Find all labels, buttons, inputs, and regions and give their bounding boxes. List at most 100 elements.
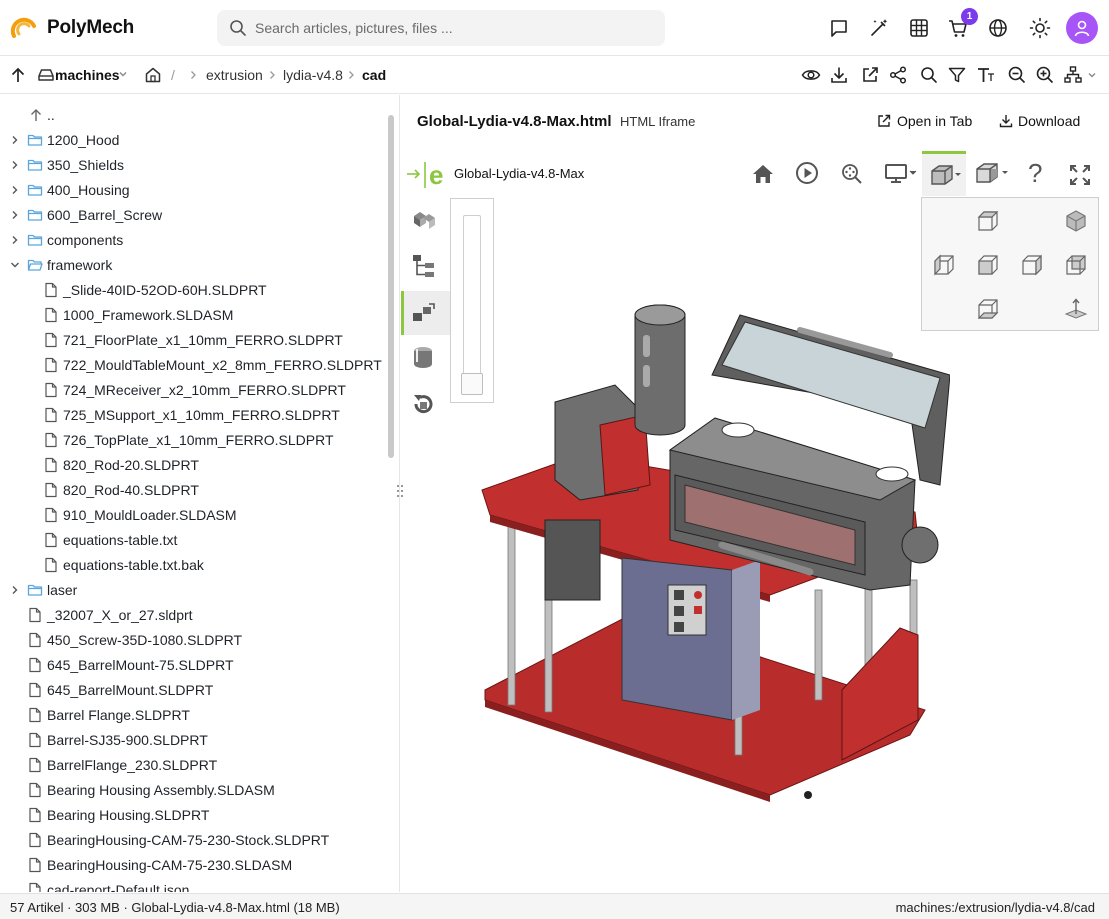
file-row[interactable]: equations-table.txt (0, 528, 385, 553)
folder-row[interactable]: components (0, 228, 385, 253)
file-row[interactable]: Barrel-SJ35-900.SLDPRT (0, 728, 385, 753)
arrow-up-icon[interactable] (8, 65, 28, 85)
user-avatar[interactable] (1066, 12, 1098, 44)
chevron-right-icon[interactable] (9, 209, 21, 221)
chat-icon[interactable] (828, 17, 850, 39)
chevron-down-icon[interactable] (117, 68, 129, 80)
home-icon[interactable] (143, 65, 163, 85)
help-button[interactable]: ? (1028, 158, 1042, 189)
cart-count-badge: 1 (961, 8, 978, 25)
home-view-icon[interactable] (751, 162, 775, 186)
external-link-icon[interactable] (860, 65, 880, 85)
chevron-down-icon[interactable] (1086, 69, 1098, 81)
viewer-logo[interactable]: e (405, 160, 453, 190)
isometric-view-icon[interactable] (1064, 209, 1088, 233)
file-icon (45, 507, 57, 523)
zoom-in-icon[interactable] (1035, 65, 1055, 85)
chevron-right-icon[interactable] (9, 159, 21, 171)
folder-label: 400_Housing (47, 182, 130, 198)
search-box[interactable] (217, 10, 665, 46)
file-row[interactable]: Bearing Housing.SLDPRT (0, 803, 385, 828)
tab-explode[interactable] (401, 291, 451, 335)
file-row[interactable]: _Slide-40ID-52OD-60H.SLDPRT (0, 278, 385, 303)
file-row[interactable]: equations-table.txt.bak (0, 553, 385, 578)
share-icon[interactable] (888, 65, 908, 85)
folder-row[interactable]: 600_Barrel_Screw (0, 203, 385, 228)
play-icon[interactable] (795, 161, 819, 185)
file-row[interactable]: Barrel Flange.SLDPRT (0, 703, 385, 728)
filter-icon[interactable] (947, 65, 967, 85)
top-bar: PolyMech 1 (0, 0, 1109, 56)
chevron-right-icon[interactable] (9, 134, 21, 146)
search-input[interactable] (255, 10, 655, 46)
folder-row[interactable]: framework (0, 253, 385, 278)
text-size-icon[interactable] (975, 65, 995, 85)
tab-assembly[interactable] (401, 198, 451, 242)
magic-wand-icon[interactable] (868, 17, 890, 39)
front-view-icon[interactable] (976, 253, 1000, 277)
parent-directory-row[interactable]: .. (0, 103, 385, 128)
folder-row[interactable]: 400_Housing (0, 178, 385, 203)
bottom-view-icon[interactable] (976, 297, 1000, 321)
back-view-icon[interactable] (1064, 253, 1088, 277)
eye-icon[interactable] (801, 65, 821, 85)
download-icon[interactable] (829, 65, 849, 85)
tab-feature-tree[interactable] (401, 244, 451, 288)
cad-model-render[interactable] (470, 290, 950, 810)
display-mode-icon[interactable] (884, 161, 920, 185)
file-row[interactable]: _32007_X_or_27.sldprt (0, 603, 385, 628)
sun-theme-icon[interactable] (1029, 17, 1051, 39)
chevron-right-icon[interactable] (9, 584, 21, 596)
file-label: Barrel-SJ35-900.SLDPRT (47, 732, 208, 748)
breadcrumb-root[interactable]: machines (55, 67, 120, 83)
file-icon (29, 782, 41, 798)
file-row[interactable]: 724_MReceiver_x2_10mm_FERRO.SLDPRT (0, 378, 385, 403)
file-row[interactable]: cad-report-Default.json (0, 878, 385, 892)
folder-row[interactable]: 350_Shields (0, 153, 385, 178)
file-row[interactable]: 645_BarrelMount.SLDPRT (0, 678, 385, 703)
file-row[interactable]: BarrelFlange_230.SLDPRT (0, 753, 385, 778)
file-row[interactable]: BearingHousing-CAM-75-230.SLDASM (0, 853, 385, 878)
standard-views-button[interactable] (922, 151, 966, 196)
zoom-out-icon[interactable] (1007, 65, 1027, 85)
chevron-right-icon[interactable] (9, 184, 21, 196)
chevron-right-icon[interactable] (9, 234, 21, 246)
fullscreen-icon[interactable] (1068, 163, 1092, 187)
file-row[interactable]: 726_TopPlate_x1_10mm_FERRO.SLDPRT (0, 428, 385, 453)
right-view-icon[interactable] (1020, 253, 1044, 277)
tab-section[interactable] (401, 336, 451, 380)
file-row[interactable]: 910_MouldLoader.SLDASM (0, 503, 385, 528)
search-icon[interactable] (919, 65, 939, 85)
breadcrumb-item-cad[interactable]: cad (362, 67, 386, 83)
status-bar: 57 Artikel · 303 MB · Global-Lydia-v4.8-… (0, 893, 1109, 919)
folder-row[interactable]: 1200_Hood (0, 128, 385, 153)
file-row[interactable]: Bearing Housing Assembly.SLDASM (0, 778, 385, 803)
normal-to-icon[interactable] (1064, 297, 1088, 321)
chevron-down-icon[interactable] (9, 259, 21, 271)
file-row[interactable]: BearingHousing-CAM-75-230-Stock.SLDPRT (0, 828, 385, 853)
sidebar-scrollbar-thumb[interactable] (388, 115, 394, 458)
file-row[interactable]: 645_BarrelMount-75.SLDPRT (0, 653, 385, 678)
folder-row[interactable]: laser (0, 578, 385, 603)
file-row[interactable]: 722_MouldTableMount_x2_8mm_FERRO.SLDPRT (0, 353, 385, 378)
pane-resize-handle[interactable] (396, 484, 404, 498)
file-label: BearingHousing-CAM-75-230-Stock.SLDPRT (47, 832, 330, 848)
globe-icon[interactable] (987, 17, 1009, 39)
file-row[interactable]: 820_Rod-20.SLDPRT (0, 453, 385, 478)
file-row[interactable]: 820_Rod-40.SLDPRT (0, 478, 385, 503)
breadcrumb-item-extrusion[interactable]: extrusion (206, 67, 263, 83)
polymech-logo[interactable] (10, 14, 38, 42)
file-row[interactable]: 725_MSupport_x1_10mm_FERRO.SLDPRT (0, 403, 385, 428)
file-row[interactable]: 721_FloorPlate_x1_10mm_FERRO.SLDPRT (0, 328, 385, 353)
sitemap-icon[interactable] (1063, 65, 1083, 85)
tab-reset[interactable] (401, 382, 451, 426)
render-mode-icon[interactable] (974, 161, 1014, 187)
zoom-fit-icon[interactable] (839, 161, 863, 185)
file-row[interactable]: 1000_Framework.SLDASM (0, 303, 385, 328)
grid-icon[interactable] (908, 17, 930, 39)
breadcrumb-item-lydia[interactable]: lydia-v4.8 (283, 67, 343, 83)
app-name[interactable]: PolyMech (47, 17, 134, 39)
file-row[interactable]: 450_Screw-35D-1080.SLDPRT (0, 628, 385, 653)
top-view-icon[interactable] (976, 209, 1000, 233)
left-view-icon[interactable] (932, 253, 956, 277)
